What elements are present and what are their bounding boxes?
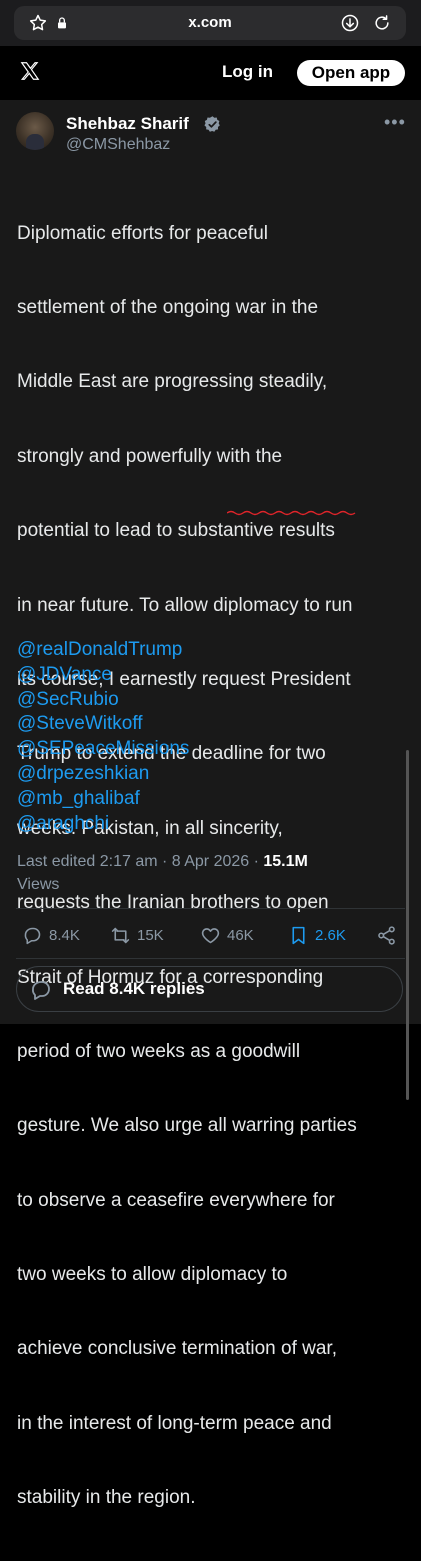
browser-toolbar: x.com (0, 0, 421, 46)
mention-link[interactable]: @SecRubio (17, 688, 189, 713)
bookmark-icon (292, 926, 305, 944)
x-logo-icon[interactable] (19, 60, 41, 82)
reload-icon[interactable] (372, 13, 392, 33)
reply-icon (24, 927, 41, 944)
tweet-line: Diplomatic efforts for peaceful (17, 222, 268, 244)
tweet-meta: Last edited 2:17 am · 8 Apr 2026 · 15.1M… (17, 850, 397, 896)
tweet-line: stability in the region. (17, 1487, 196, 1509)
tweet-line: two weeks to allow diplomacy to (17, 1264, 288, 1286)
open-app-button[interactable]: Open app (297, 60, 405, 86)
views-label: Views (17, 876, 60, 893)
tweet-line: settlement of the ongoing war in the (17, 296, 319, 318)
heart-icon (201, 927, 220, 943)
chat-bubble-icon (32, 981, 50, 1000)
mention-list: @realDonaldTrump @JDVance @SecRubio @Ste… (17, 638, 189, 836)
tweet-line: strongly and powerfully with the (17, 445, 283, 467)
repost-icon (111, 927, 130, 943)
mention-link[interactable]: @mb_ghalibaf (17, 787, 189, 812)
login-button[interactable]: Log in (222, 62, 273, 82)
mention-link[interactable]: @JDVance (17, 663, 189, 688)
avatar[interactable] (16, 112, 54, 150)
address-bar[interactable]: x.com (14, 6, 406, 40)
bookmark-count: 2.6K (315, 926, 346, 944)
divider (16, 908, 405, 909)
verified-badge-icon (204, 116, 220, 132)
read-replies-button[interactable]: Read 8.4K replies (16, 966, 403, 1012)
tweet-line: achieve conclusive termination of war, (17, 1338, 337, 1360)
spellcheck-underline (227, 510, 356, 516)
share-icon (378, 925, 395, 945)
read-replies-label: Read 8.4K replies (63, 979, 205, 998)
mention-link[interactable]: @araghchi (17, 812, 189, 837)
author-handle[interactable]: @CMShehbaz (66, 136, 170, 154)
bookmark-button[interactable]: 2.6K (288, 920, 346, 950)
more-options-icon[interactable]: ••• (384, 112, 406, 133)
tweet-line: in the interest of long-term peace and (17, 1412, 332, 1434)
repost-count: 15K (137, 926, 164, 944)
mention-link[interactable]: @SEPeaceMissions (17, 737, 189, 762)
action-bar: 8.4K 15K 46K 2.6K (0, 920, 421, 950)
views-count: 15.1M (263, 853, 308, 870)
tweet-card: Shehbaz Sharif @CMShehbaz ••• Diplomatic… (0, 100, 421, 1508)
tweet-line: period of two weeks as a goodwill (17, 1040, 301, 1062)
edited-timestamp[interactable]: Last edited 2:17 am · 8 Apr 2026 · (17, 853, 263, 870)
repost-button[interactable]: 15K (110, 920, 164, 950)
author-name[interactable]: Shehbaz Sharif (66, 114, 189, 134)
share-button[interactable] (376, 920, 397, 950)
like-button[interactable]: 46K (200, 920, 254, 950)
download-icon[interactable] (340, 13, 360, 33)
tweet-line: gesture. We also urge all warring partie… (17, 1115, 357, 1137)
tweet-line: potential to lead to substantive results (17, 520, 335, 542)
divider (16, 958, 405, 959)
tweet-line: Middle East are progressing steadily, (17, 371, 328, 393)
tweet-line: to observe a ceasefire everywhere for (17, 1189, 335, 1211)
site-header: Log in Open app (0, 46, 421, 100)
reply-button[interactable]: 8.4K (22, 920, 80, 950)
mention-link[interactable]: @drpezeshkian (17, 762, 189, 787)
tweet-line: in near future. To allow diplomacy to ru… (17, 594, 353, 616)
reply-count: 8.4K (49, 926, 80, 944)
mention-link[interactable]: @SteveWitkoff (17, 712, 189, 737)
like-count: 46K (227, 926, 254, 944)
mention-link[interactable]: @realDonaldTrump (17, 638, 189, 663)
scrollbar[interactable] (406, 750, 409, 1100)
